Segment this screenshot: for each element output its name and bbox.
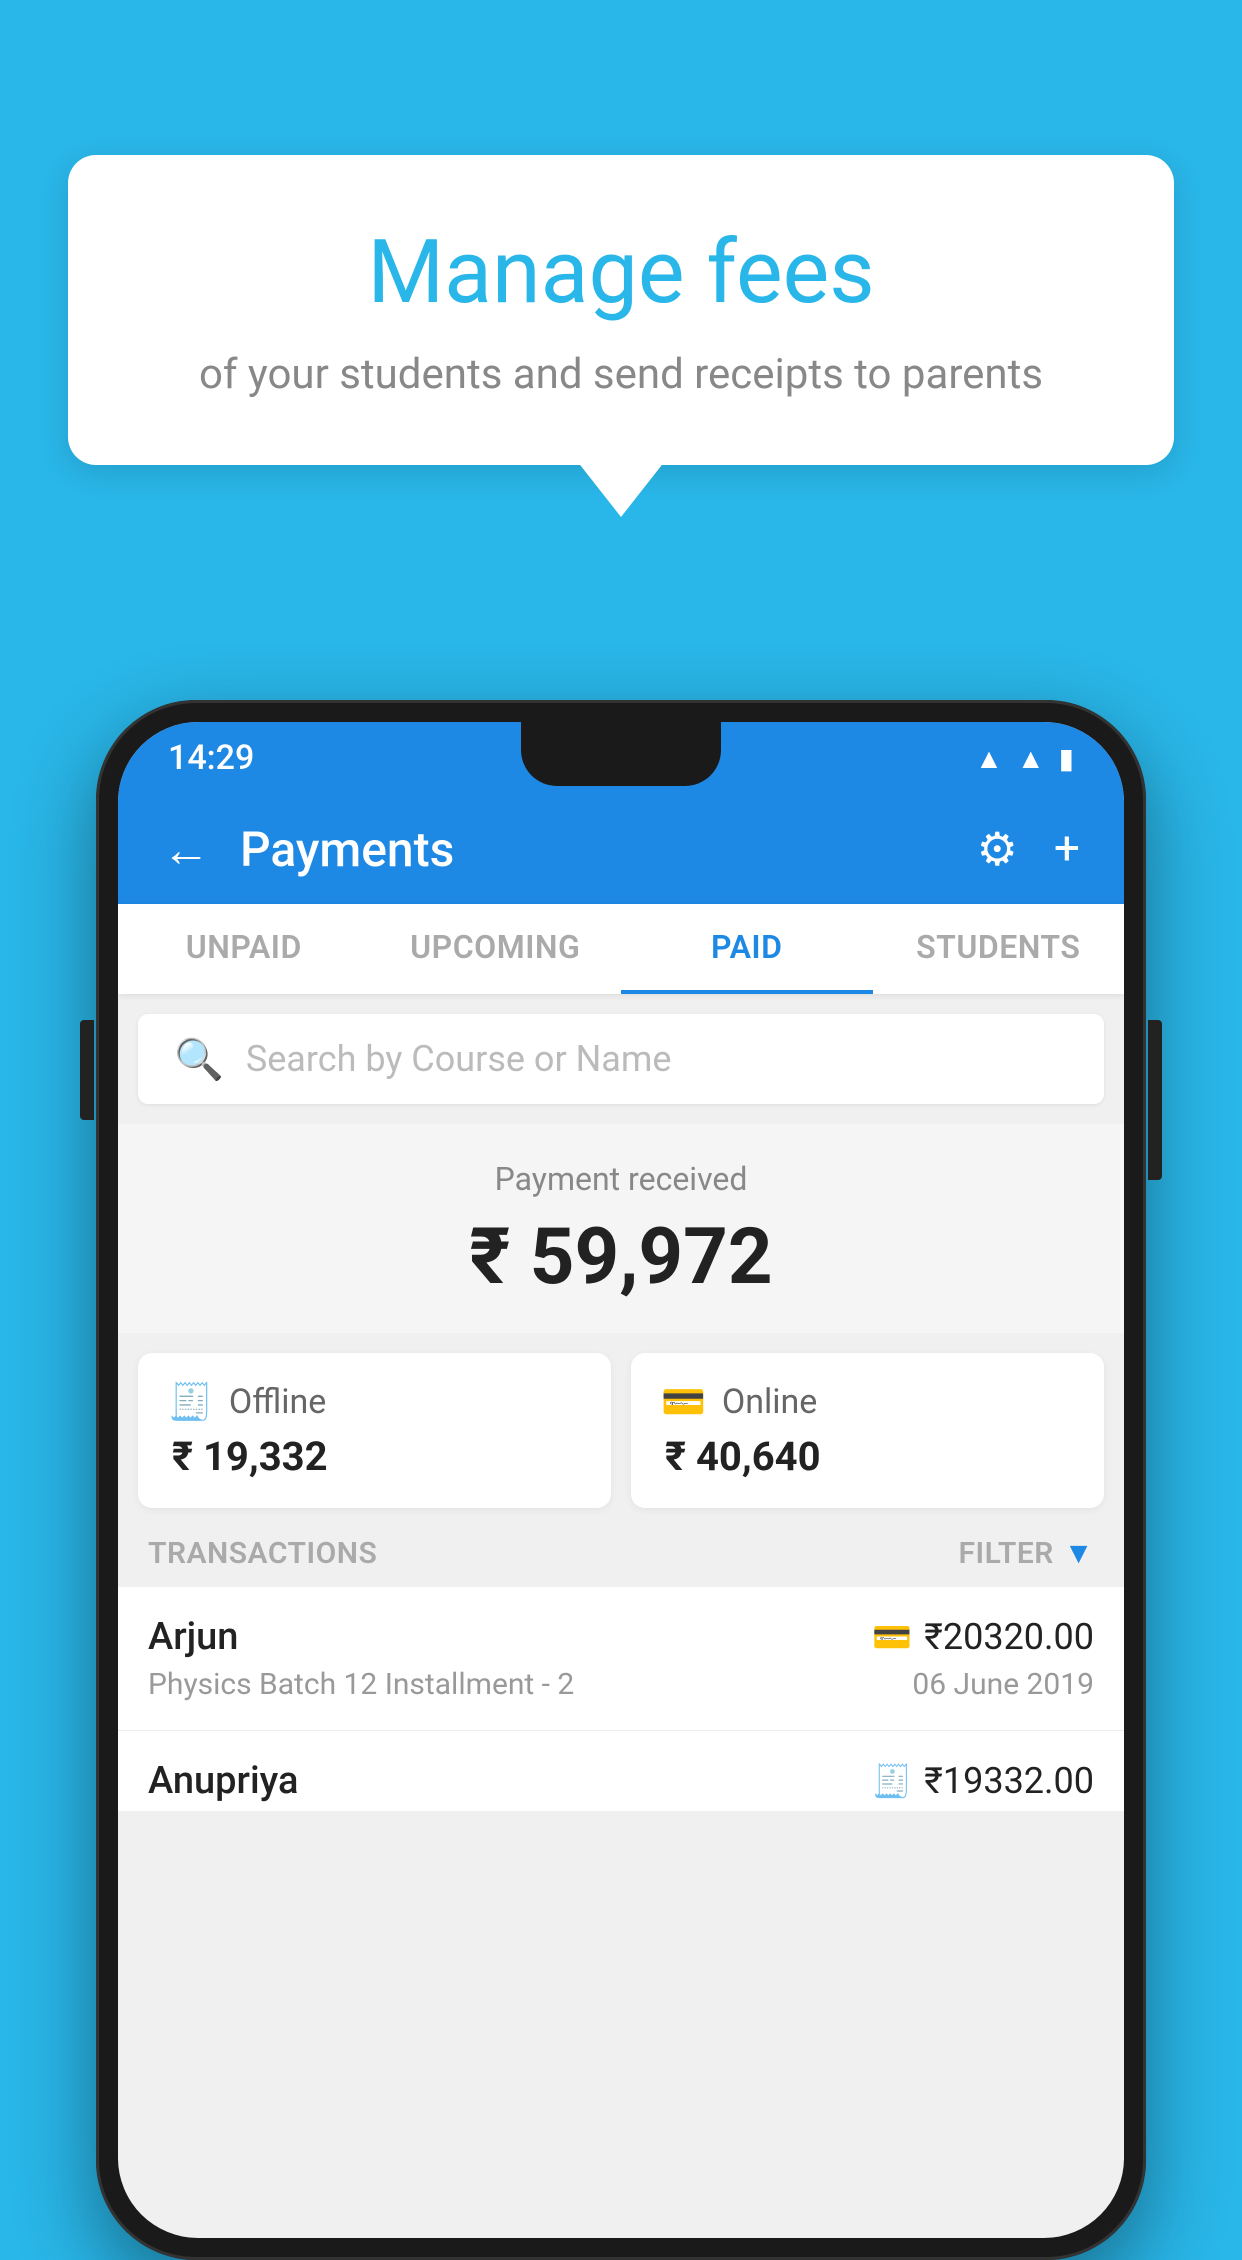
transaction-row-top: Arjun 💳 ₹20320.00 — [148, 1615, 1094, 1659]
online-amount: ₹ 40,640 — [661, 1433, 1074, 1480]
transactions-label: TRANSACTIONS — [148, 1536, 377, 1571]
filter-button[interactable]: FILTER ▼ — [959, 1536, 1094, 1571]
transactions-header: TRANSACTIONS FILTER ▼ — [118, 1508, 1124, 1587]
background: Manage fees of your students and send re… — [0, 0, 1242, 2208]
table-row[interactable]: Anupriya 🧾 ₹19332.00 — [118, 1731, 1124, 1811]
transaction-name: Anupriya — [148, 1759, 298, 1803]
transaction-date: 06 June 2019 — [912, 1667, 1094, 1702]
transaction-amount: ₹19332.00 — [924, 1760, 1094, 1802]
status-icons: ▲ ▲ ▮ — [975, 742, 1074, 775]
search-icon: 🔍 — [174, 1036, 224, 1083]
online-card: 💳 Online ₹ 40,640 — [631, 1353, 1104, 1508]
phone-outer: 14:29 ▲ ▲ ▮ ← Payments ⚙ + — [96, 700, 1146, 2260]
transaction-row-bottom: Physics Batch 12 Installment - 2 06 June… — [148, 1667, 1094, 1702]
transaction-row-top: Anupriya 🧾 ₹19332.00 — [148, 1759, 1094, 1803]
speech-bubble: Manage fees of your students and send re… — [68, 155, 1174, 465]
offline-amount: ₹ 19,332 — [168, 1433, 581, 1480]
online-icon: 💳 — [661, 1381, 706, 1423]
online-card-header: 💳 Online — [661, 1381, 1074, 1423]
table-row[interactable]: Arjun 💳 ₹20320.00 Physics Batch 12 Insta… — [118, 1587, 1124, 1731]
tabs-bar: UNPAID UPCOMING PAID STUDENTS — [118, 904, 1124, 994]
search-bar[interactable]: 🔍 Search by Course or Name — [138, 1014, 1104, 1104]
offline-label: Offline — [229, 1382, 326, 1422]
phone-notch — [521, 722, 721, 786]
settings-icon[interactable]: ⚙ — [977, 822, 1018, 877]
search-input[interactable]: Search by Course or Name — [246, 1038, 672, 1080]
app-header: ← Payments ⚙ + — [118, 794, 1124, 904]
payment-received-label: Payment received — [118, 1160, 1124, 1198]
offline-icon: 🧾 — [168, 1381, 213, 1423]
tab-upcoming[interactable]: UPCOMING — [370, 904, 622, 994]
add-icon[interactable]: + — [1054, 822, 1080, 876]
transaction-amount: ₹20320.00 — [924, 1616, 1094, 1658]
payment-summary: Payment received ₹ 59,972 — [118, 1124, 1124, 1333]
tab-unpaid[interactable]: UNPAID — [118, 904, 370, 994]
payment-total-amount: ₹ 59,972 — [118, 1212, 1124, 1303]
filter-label: FILTER — [959, 1536, 1054, 1571]
header-actions: ⚙ + — [977, 822, 1080, 877]
offline-card-header: 🧾 Offline — [168, 1381, 581, 1423]
page-title: Payments — [240, 821, 977, 878]
bubble-title: Manage fees — [128, 225, 1114, 322]
tab-paid[interactable]: PAID — [621, 904, 873, 994]
wifi-icon: ▲ — [975, 742, 1003, 775]
phone-screen: 14:29 ▲ ▲ ▮ ← Payments ⚙ + — [118, 722, 1124, 2238]
transaction-amount-wrap: 💳 ₹20320.00 — [872, 1616, 1094, 1658]
status-time: 14:29 — [168, 738, 254, 778]
signal-icon: ▲ — [1017, 742, 1045, 775]
transaction-course: Physics Batch 12 Installment - 2 — [148, 1667, 574, 1702]
tab-students[interactable]: STUDENTS — [873, 904, 1125, 994]
filter-icon: ▼ — [1064, 1536, 1094, 1571]
bubble-subtitle: of your students and send receipts to pa… — [128, 346, 1114, 405]
phone-mockup: 14:29 ▲ ▲ ▮ ← Payments ⚙ + — [96, 700, 1146, 2260]
back-button[interactable]: ← — [162, 821, 210, 878]
offline-card: 🧾 Offline ₹ 19,332 — [138, 1353, 611, 1508]
payment-type-icon: 💳 — [872, 1618, 912, 1656]
transaction-name: Arjun — [148, 1615, 238, 1659]
battery-icon: ▮ — [1059, 742, 1074, 775]
transaction-amount-wrap: 🧾 ₹19332.00 — [872, 1760, 1094, 1802]
payment-type-icon: 🧾 — [872, 1762, 912, 1800]
online-label: Online — [722, 1382, 818, 1422]
payment-cards: 🧾 Offline ₹ 19,332 💳 Online ₹ 40,640 — [118, 1353, 1124, 1508]
